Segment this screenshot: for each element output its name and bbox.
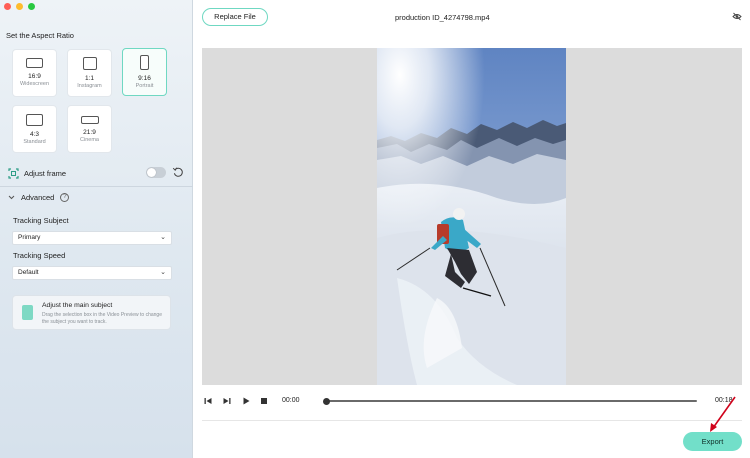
frame-crop-icon — [8, 167, 19, 179]
aspect-ratio-title: Set the Aspect Ratio — [6, 31, 74, 40]
progress-thumb[interactable] — [323, 397, 330, 405]
cinema-icon — [80, 116, 99, 124]
advanced-toggle[interactable]: Advanced ? — [8, 193, 70, 202]
export-button[interactable]: Export — [683, 432, 742, 451]
tracking-speed-label: Tracking Speed — [13, 251, 66, 260]
adjust-frame-row: Adjust frame — [8, 166, 186, 180]
adjust-frame-label: Adjust frame — [24, 168, 67, 178]
file-name: production ID_4274798.mp4 — [395, 13, 490, 22]
toggle-knob — [147, 168, 156, 177]
ratio-9-16-card[interactable]: 9:16 Portrait — [122, 48, 167, 96]
chevron-down-icon — [8, 195, 15, 200]
tracking-subject-label: Tracking Subject — [13, 216, 69, 225]
reset-icon[interactable] — [172, 166, 184, 178]
ratio-title: 9:16 — [138, 75, 151, 82]
sidebar-divider — [0, 186, 193, 187]
adjust-frame-toggle[interactable] — [146, 167, 166, 178]
play-icon[interactable] — [240, 395, 252, 407]
next-frame-icon[interactable] — [221, 395, 233, 407]
skier-video-image — [377, 48, 566, 385]
ratio-1-1-card[interactable]: 1:1 Instagram — [67, 49, 112, 97]
widescreen-icon — [26, 58, 43, 68]
chevron-down-icon: ⌄ — [160, 234, 166, 241]
standard-icon — [26, 114, 43, 126]
info-body: Drag the selection box in the Video Prev… — [42, 312, 162, 325]
hide-preview-icon[interactable] — [732, 12, 742, 21]
current-time: 00:00 — [282, 397, 300, 404]
tracking-subject-value: Primary — [18, 234, 41, 241]
ratio-21-9-card[interactable]: 21:9 Cinema — [67, 105, 112, 153]
portrait-icon — [140, 55, 149, 70]
minimize-window-button[interactable] — [16, 3, 23, 10]
tracking-speed-value: Default — [18, 269, 39, 276]
ratio-title: 21:9 — [83, 129, 96, 136]
zoom-window-button[interactable] — [28, 3, 35, 10]
help-icon[interactable]: ? — [60, 193, 70, 202]
replace-file-button[interactable]: Replace File — [202, 8, 268, 26]
ratio-subtitle: Standard — [23, 139, 46, 145]
ratio-subtitle: Portrait — [135, 83, 154, 89]
ratio-subtitle: Instagram — [77, 83, 102, 89]
tracking-speed-select[interactable]: Default ⌄ — [12, 266, 172, 280]
ratio-subtitle: Widescreen — [19, 81, 50, 87]
ratio-title: 16:9 — [28, 73, 41, 80]
tracking-subject-select[interactable]: Primary ⌄ — [12, 231, 172, 245]
ratio-title: 1:1 — [84, 75, 95, 82]
ratio-subtitle: Cinema — [80, 137, 99, 143]
advanced-label: Advanced — [21, 193, 55, 202]
ratio-16-9-card[interactable]: 16:9 Widescreen — [12, 49, 57, 97]
close-window-button[interactable] — [4, 3, 11, 10]
previous-frame-icon[interactable] — [202, 395, 214, 407]
ratio-title: 4:3 — [29, 131, 40, 138]
ratio-4-3-card[interactable]: 4:3 Standard — [12, 105, 57, 153]
info-title: Adjust the main subject — [42, 302, 113, 309]
video-frame[interactable] — [377, 48, 566, 385]
adjust-subject-info-card: Adjust the main subject Drag the selecti… — [12, 295, 171, 330]
sidebar: Set the Aspect Ratio 16:9 Widescreen 1:1… — [0, 0, 193, 458]
stop-icon[interactable] — [258, 395, 270, 407]
playback-controls: 00:00 00:18 — [202, 392, 742, 410]
window-controls — [4, 3, 35, 10]
main-divider — [202, 420, 742, 421]
annotation-arrow-icon — [710, 396, 736, 432]
square-icon — [82, 57, 97, 70]
subject-icon — [22, 305, 33, 320]
progress-track[interactable] — [325, 400, 697, 402]
chevron-down-icon: ⌄ — [160, 269, 166, 276]
